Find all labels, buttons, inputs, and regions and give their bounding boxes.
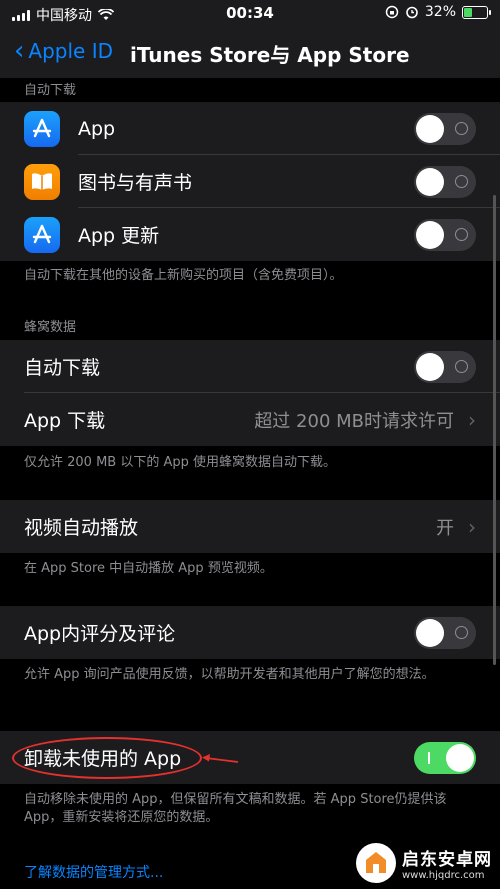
cellular-group: 自动下载 App 下载 超过 200 MB时请求许可 ›: [0, 340, 500, 446]
video-footer: 在 App Store 中自动播放 App 预览视频。: [24, 561, 273, 576]
cellular-auto-download-toggle[interactable]: [414, 351, 476, 383]
auto-download-updates-label: App 更新: [78, 225, 160, 247]
page-title: iTunes Store与 App Store: [130, 43, 410, 67]
data-management-link[interactable]: 了解数据的管理方式...: [24, 862, 163, 882]
chevron-left-icon: ‹: [14, 36, 25, 66]
auto-download-app-toggle[interactable]: [414, 113, 476, 145]
video-autoplay-value: 开: [436, 517, 454, 539]
app-store-icon: [24, 111, 60, 147]
auto-downloads-footer: 自动下载在其他的设备上新购买的项目（含免费项目）。: [24, 268, 343, 283]
auto-download-books-label: 图书与有声书: [78, 172, 193, 194]
auto-download-books-row: 图书与有声书: [0, 155, 500, 208]
ratings-toggle[interactable]: [414, 617, 476, 649]
app-store-icon: [24, 217, 60, 253]
app-download-value: 超过 200 MB时请求许可: [254, 410, 454, 432]
ratings-group: App内评分及评论: [0, 606, 500, 659]
section-header-cellular: 蜂窝数据: [24, 320, 77, 335]
auto-download-app-label: App: [78, 117, 116, 140]
scroll-indicator: [493, 195, 496, 665]
back-label: Apple ID: [28, 39, 113, 63]
ratings-row: App内评分及评论: [0, 606, 500, 659]
rotation-lock-icon: [385, 5, 399, 19]
video-autoplay-row[interactable]: 视频自动播放 开 ›: [0, 500, 500, 553]
auto-download-updates-row: App 更新: [0, 208, 500, 261]
watermark-name: 启东安卓网: [402, 850, 492, 870]
watermark-url: www.hjqdrc.com: [402, 870, 485, 881]
offload-toggle[interactable]: [414, 742, 476, 774]
watermark: 启东安卓网 www.hjqdrc.com: [356, 843, 492, 883]
auto-download-app-row: App: [0, 102, 500, 155]
cellular-auto-download-label: 自动下载: [24, 357, 101, 379]
cellular-auto-download-row: 自动下载: [0, 340, 500, 393]
battery-percent: 32%: [424, 4, 456, 20]
app-download-label: App 下载: [24, 410, 106, 432]
books-icon: [24, 164, 60, 200]
section-header-auto-downloads: 自动下载: [24, 83, 77, 98]
battery-icon: [462, 5, 491, 19]
offload-footer: 自动移除未使用的 App，但保留所有文稿和数据。若 App Store仍提供该 …: [24, 792, 447, 825]
auto-download-updates-toggle[interactable]: [414, 219, 476, 251]
chevron-right-icon: ›: [468, 407, 476, 432]
chevron-right-icon: ›: [468, 514, 476, 539]
ratings-label: App内评分及评论: [24, 623, 176, 645]
auto-download-books-toggle[interactable]: [414, 166, 476, 198]
alarm-icon: [406, 6, 418, 19]
status-bar: 中国移动 00:34 32%: [0, 0, 500, 28]
back-button[interactable]: ‹ Apple ID: [14, 38, 113, 64]
watermark-logo-icon: [356, 843, 396, 883]
cellular-footer: 仅允许 200 MB 以下的 App 使用蜂窝数据自动下载。: [24, 455, 337, 470]
app-download-row[interactable]: App 下载 超过 200 MB时请求许可 ›: [0, 393, 500, 446]
navigation-bar: ‹ Apple ID iTunes Store与 App Store: [0, 28, 500, 78]
annotation-ellipse: [12, 737, 202, 779]
ratings-footer: 允许 App 询问产品使用反馈，以帮助开发者和其他用户了解您的想法。: [24, 667, 435, 682]
auto-downloads-group: App 图书与有声书 App 更新: [0, 102, 500, 261]
video-group: 视频自动播放 开 ›: [0, 500, 500, 553]
annotation-arrow: [202, 754, 239, 763]
video-autoplay-label: 视频自动播放: [24, 517, 139, 539]
